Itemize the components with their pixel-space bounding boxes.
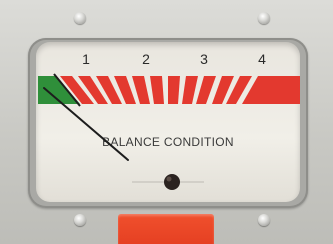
scale-label-3: 3 — [200, 51, 208, 67]
meter-face: 1 2 3 4 BALANCE CONDITION — [36, 42, 300, 202]
meter-panel: 1 2 3 4 BALANCE CONDITION — [0, 0, 333, 244]
scale-label-2: 2 — [142, 51, 150, 67]
scale-label-1: 1 — [82, 51, 90, 67]
screw-top-right — [258, 12, 270, 24]
screw-top-left — [74, 12, 86, 24]
meter-title: BALANCE CONDITION — [102, 135, 234, 149]
meter-scale: 1 2 3 4 BALANCE CONDITION — [38, 51, 300, 190]
scale-label-4: 4 — [258, 51, 266, 67]
screw-bottom-left — [74, 214, 86, 226]
scale-red-segments — [60, 76, 300, 104]
orange-tab — [118, 214, 214, 244]
needle-pivot — [164, 174, 180, 190]
screw-bottom-right — [258, 214, 270, 226]
